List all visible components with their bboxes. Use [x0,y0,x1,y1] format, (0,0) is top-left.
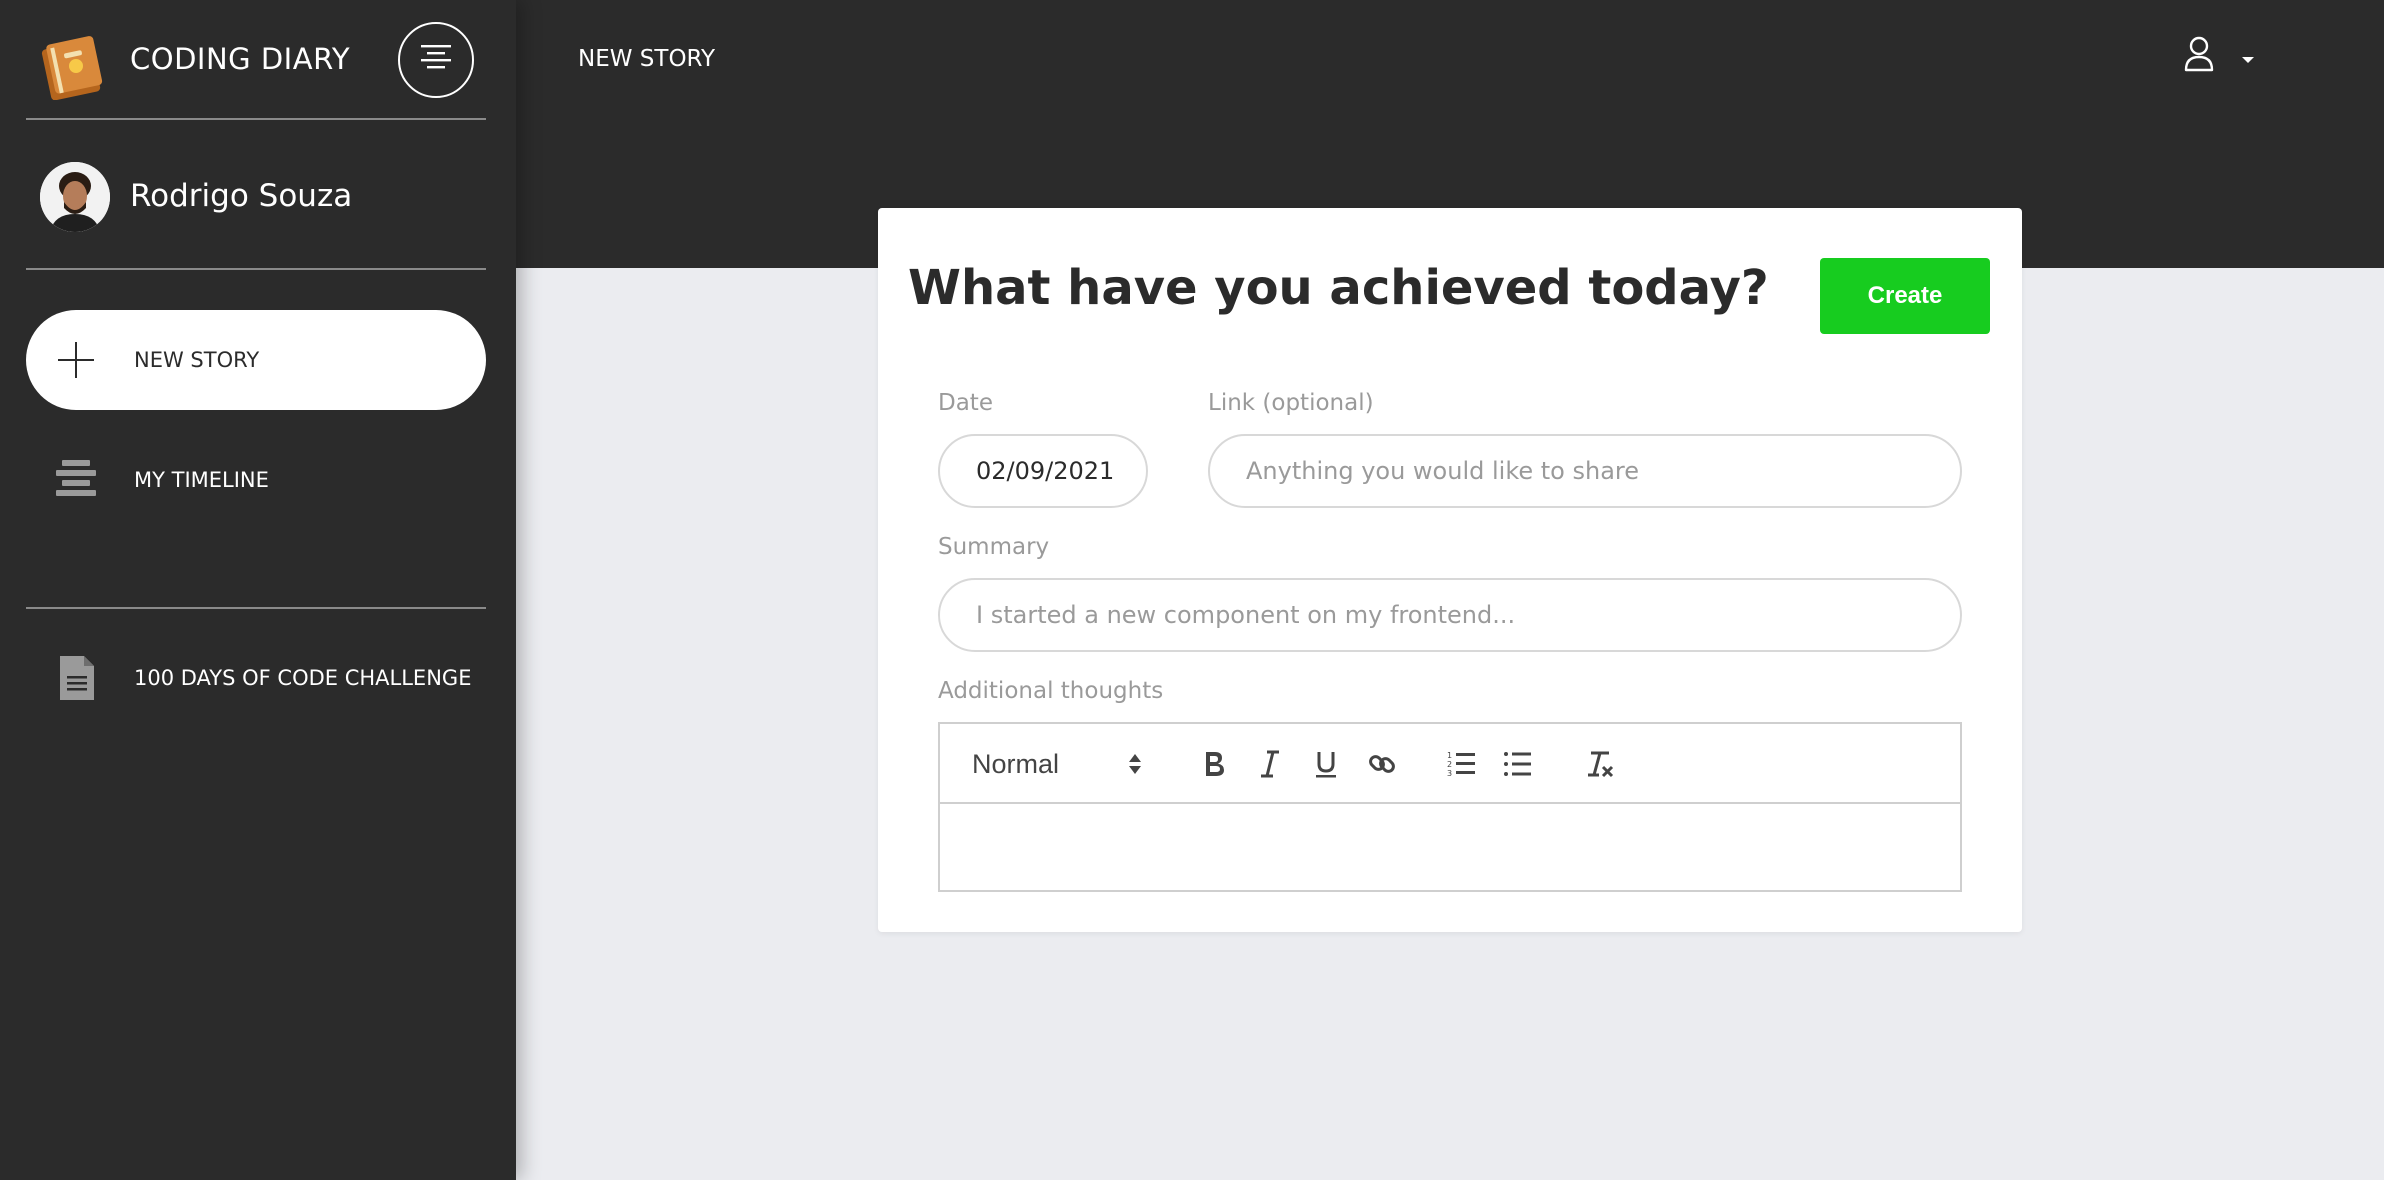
editor-toolbar: Normal 123 [940,724,1960,804]
user-profile: Rodrigo Souza [26,122,486,270]
svg-text:2: 2 [1447,760,1452,769]
date-field[interactable]: 02/09/2021 [938,434,1148,508]
heading-select-value: Normal [972,748,1060,779]
sidebar-item-new-story[interactable]: NEW STORY [26,310,486,410]
document-icon [60,656,94,700]
select-arrows-icon [1128,752,1142,783]
svg-text:3: 3 [1447,769,1452,778]
timeline-icon [56,460,96,496]
summary-label: Summary [938,534,1050,560]
caret-down-icon [2242,50,2254,69]
page-title: NEW STORY [578,46,716,72]
diary-book-icon [40,34,106,101]
avatar[interactable] [40,162,110,232]
plus-icon [56,340,96,380]
underline-icon[interactable] [1306,744,1346,784]
sidebar: CODING DIARY Rodrigo Souza NEW STORY MY … [0,0,516,1180]
date-label: Date [938,390,993,416]
menu-toggle-button[interactable] [398,22,474,98]
link-icon[interactable] [1362,744,1402,784]
form-heading: What have you achieved today? [908,260,1769,316]
user-icon [2184,36,2214,76]
italic-icon[interactable] [1250,744,1290,784]
sidebar-item-my-timeline[interactable]: MY TIMELINE [26,430,486,526]
sidebar-item-label: MY TIMELINE [134,468,269,492]
summary-input[interactable]: I started a new component on my frontend… [938,578,1962,652]
link-input[interactable]: Anything you would like to share [1208,434,1962,508]
menu-icon [419,43,453,77]
heading-select[interactable]: Normal [972,744,1142,784]
clear-format-icon[interactable] [1580,744,1620,784]
brand-header: CODING DIARY [26,20,486,120]
sidebar-item-label: NEW STORY [134,348,260,372]
app-title: CODING DIARY [130,42,351,76]
create-button[interactable]: Create [1820,258,1990,334]
svg-text:1: 1 [1447,751,1452,760]
additional-thoughts-label: Additional thoughts [938,678,1164,704]
rich-text-editor: Normal 123 [938,722,1962,892]
user-name: Rodrigo Souza [130,178,353,214]
ordered-list-icon[interactable]: 123 [1442,744,1482,784]
sidebar-item-label: 100 DAYS OF CODE CHALLENGE [134,666,472,690]
bullet-list-icon[interactable] [1498,744,1538,784]
user-menu-button[interactable] [2184,36,2264,80]
link-label: Link (optional) [1208,390,1374,416]
sidebar-item-100-days-challenge[interactable]: 100 DAYS OF CODE CHALLENGE [26,630,486,726]
editor-content[interactable] [940,804,1960,890]
new-story-form: What have you achieved today? Create Dat… [878,208,2022,932]
bold-icon[interactable] [1194,744,1234,784]
sidebar-divider [26,607,486,609]
